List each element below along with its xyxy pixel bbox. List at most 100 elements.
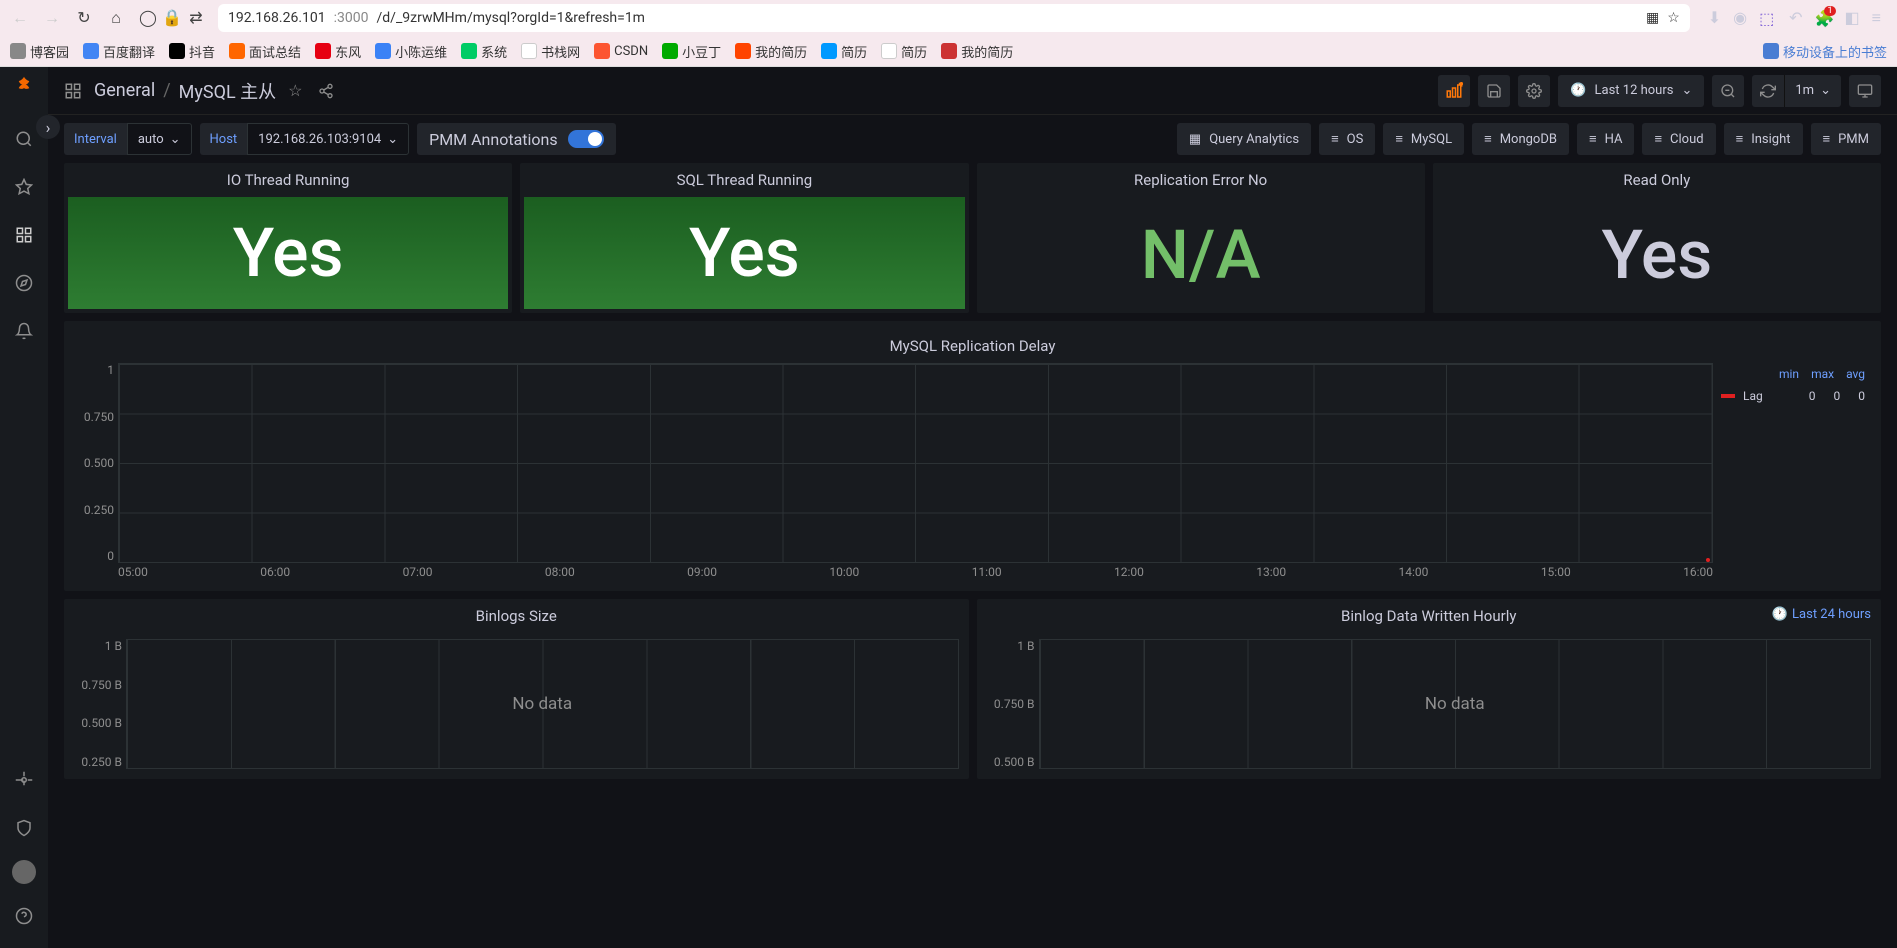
panel-title: IO Thread Running: [64, 163, 512, 197]
link-mysql[interactable]: ≡MySQL: [1383, 123, 1464, 155]
stat-value: N/A: [977, 197, 1425, 313]
star-icon[interactable]: [4, 167, 44, 207]
link-icon: ≡: [1331, 131, 1339, 147]
bookmark-item[interactable]: 博客园: [10, 42, 69, 61]
refresh-button[interactable]: [1752, 75, 1784, 107]
dashboard: IO Thread RunningYesSQL Thread RunningYe…: [48, 163, 1897, 948]
bookmark-item[interactable]: 系统: [461, 42, 507, 61]
menu-icon[interactable]: ≡: [1872, 8, 1881, 28]
permissions-icon[interactable]: ⇄: [184, 6, 208, 30]
qr-icon[interactable]: ▦: [1646, 10, 1659, 26]
bookmark-item[interactable]: 我的简历: [941, 42, 1013, 61]
link-pmm[interactable]: ≡PMM: [1811, 123, 1882, 155]
help-icon[interactable]: [4, 896, 44, 936]
save-button[interactable]: [1478, 75, 1510, 107]
chart-plot[interactable]: [118, 363, 1713, 563]
home-button[interactable]: ⌂: [104, 6, 128, 30]
chevron-down-icon: ⌄: [1681, 83, 1692, 98]
shield-icon[interactable]: ◯: [136, 6, 160, 30]
extension-pinned[interactable]: 🧩1: [1815, 9, 1833, 27]
zoom-out-button[interactable]: [1712, 75, 1744, 107]
bookmark-item[interactable]: 抖音: [169, 42, 215, 61]
panel-binlog-hourly: Binlog Data Written Hourly 🕐Last 24 hour…: [977, 599, 1882, 779]
share-button[interactable]: [318, 83, 334, 99]
link-icon: ≡: [1589, 131, 1597, 147]
bookmark-item[interactable]: 小豆丁: [662, 42, 721, 61]
extension-icon[interactable]: ⬚: [1759, 9, 1777, 27]
link-icon: ≡: [1823, 131, 1831, 147]
account-icon[interactable]: ◉: [1733, 8, 1747, 27]
link-os[interactable]: ≡OS: [1319, 123, 1375, 155]
grafana-logo[interactable]: [10, 75, 38, 103]
refresh-rate[interactable]: 1m⌄: [1784, 75, 1841, 107]
download-icon[interactable]: ⬇: [1708, 8, 1721, 27]
breadcrumb-folder[interactable]: General: [94, 80, 155, 101]
bookmark-mobile[interactable]: 移动设备上的书签: [1763, 42, 1887, 61]
panel-title: Binlog Data Written Hourly: [977, 599, 1882, 633]
forward-button[interactable]: →: [40, 6, 64, 30]
stat-panel: Read OnlyYes: [1433, 163, 1881, 313]
bookmark-item[interactable]: 面试总结: [229, 42, 301, 61]
stat-value: Yes: [524, 197, 964, 309]
panel-binlogs-size: Binlogs Size 1 B0.750 B0.500 B0.250 B No…: [64, 599, 969, 779]
app: › General / MySQL 主从 ☆ +: [0, 67, 1897, 948]
chart-plot[interactable]: No data: [1039, 639, 1872, 769]
add-panel-button[interactable]: +: [1438, 75, 1470, 107]
bookmark-item[interactable]: 东风: [315, 42, 361, 61]
link-query-analytics[interactable]: ▦Query Analytics: [1177, 123, 1311, 155]
admin-shield-icon[interactable]: [4, 808, 44, 848]
dashboards-icon[interactable]: [4, 215, 44, 255]
legend-series[interactable]: Lag: [1743, 389, 1763, 403]
bookmark-item[interactable]: 书栈网: [521, 42, 580, 61]
data-point: [1706, 558, 1710, 562]
stat-value: Yes: [68, 197, 508, 309]
pmm-label: PMM Annotations: [429, 130, 558, 149]
reload-button[interactable]: ↻: [72, 6, 96, 30]
settings-button[interactable]: [1518, 75, 1550, 107]
link-ha[interactable]: ≡HA: [1577, 123, 1634, 155]
bookmark-item[interactable]: 简历: [821, 42, 867, 61]
undo-icon[interactable]: ↶: [1789, 8, 1802, 27]
legend-col[interactable]: avg: [1846, 367, 1865, 381]
var-interval-select[interactable]: auto⌄: [127, 123, 192, 155]
browser-chrome: ← → ↻ ⌂ ◯ 🔒 ⇄ 192.168.26.101:3000/d/_9zr…: [0, 0, 1897, 67]
lock-icon[interactable]: 🔒: [160, 6, 184, 30]
legend-col[interactable]: min: [1779, 367, 1799, 381]
dashboards-icon[interactable]: [64, 82, 82, 100]
sidebar-icon[interactable]: ◧: [1845, 8, 1860, 27]
link-icon: ≡: [1654, 131, 1662, 147]
bookmark-item[interactable]: CSDN: [594, 43, 648, 59]
url-port: :3000: [334, 10, 369, 26]
sidebar: ›: [0, 67, 48, 948]
bookmark-item[interactable]: 我的简历: [735, 42, 807, 61]
chevron-down-icon: ⌄: [170, 132, 181, 147]
corner-link[interactable]: 🕐Last 24 hours: [1772, 607, 1871, 622]
chart-plot[interactable]: No data: [126, 639, 959, 769]
alerting-icon[interactable]: [4, 311, 44, 351]
legend-col[interactable]: max: [1811, 367, 1834, 381]
bookmark-item[interactable]: 百度翻译: [83, 42, 155, 61]
sidebar-expand[interactable]: ›: [36, 115, 60, 139]
explore-icon[interactable]: [4, 263, 44, 303]
url-path: /d/_9zrwMHm/mysql?orgId=1&refresh=1m: [377, 10, 645, 26]
var-host-select[interactable]: 192.168.26.103:9104⌄: [247, 123, 409, 155]
link-icon: ≡: [1736, 131, 1744, 147]
chevron-down-icon: ⌄: [387, 132, 398, 147]
favorite-button[interactable]: ☆: [288, 81, 302, 100]
configuration-icon[interactable]: [4, 760, 44, 800]
bookmark-item[interactable]: 小陈运维: [375, 42, 447, 61]
back-button[interactable]: ←: [8, 6, 32, 30]
tv-mode-button[interactable]: [1849, 75, 1881, 107]
url-bar[interactable]: 192.168.26.101:3000/d/_9zrwMHm/mysql?org…: [218, 4, 1690, 32]
browser-actions: ⬇ ◉ ⬚ ↶ 🧩1 ◧ ≡: [1708, 8, 1889, 28]
link-mongodb[interactable]: ≡MongoDB: [1472, 123, 1569, 155]
link-cloud[interactable]: ≡Cloud: [1642, 123, 1715, 155]
link-insight[interactable]: ≡Insight: [1724, 123, 1803, 155]
bookmark-item[interactable]: 简历: [881, 42, 927, 61]
pmm-toggle[interactable]: [568, 130, 604, 148]
page-title[interactable]: MySQL 主从: [179, 78, 276, 104]
star-icon[interactable]: ☆: [1667, 10, 1680, 26]
avatar[interactable]: [12, 860, 36, 884]
variable-bar: Interval auto⌄ Host 192.168.26.103:9104⌄…: [48, 115, 1897, 163]
time-picker[interactable]: 🕐 Last 12 hours ⌄: [1558, 75, 1704, 107]
